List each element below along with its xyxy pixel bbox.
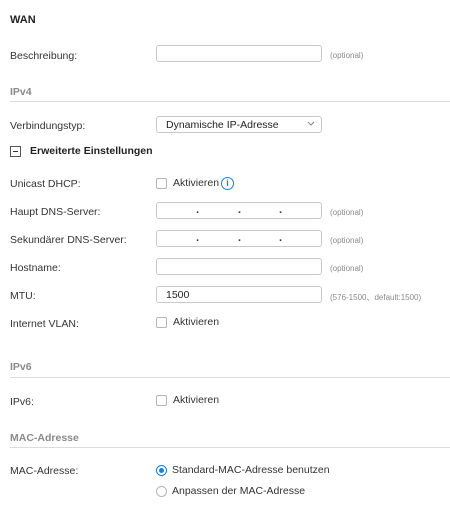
- connection-type-label: Verbindungstyp:: [10, 120, 86, 132]
- mac-address-label: MAC-Adresse:: [10, 465, 79, 477]
- info-icon[interactable]: i: [221, 177, 234, 190]
- primary-dns-label: Haupt DNS-Server:: [10, 206, 101, 218]
- radio-default-mac-label[interactable]: Standard-MAC-Adresse benutzen: [172, 464, 330, 476]
- mtu-label: MTU:: [10, 290, 36, 302]
- divider: [10, 447, 450, 448]
- secondary-dns-label: Sekundärer DNS-Server:: [10, 234, 127, 246]
- mtu-hint: (576-1500、default:1500): [330, 293, 422, 302]
- ip-separator: .: [238, 232, 242, 244]
- ipv6-label: IPv6:: [10, 396, 34, 408]
- connection-type-select[interactable]: Dynamische IP-Adresse: [156, 116, 322, 133]
- internet-vlan-label: Internet VLAN:: [10, 318, 79, 330]
- secondary-dns-hint: (optional): [330, 236, 364, 245]
- internet-vlan-checkbox[interactable]: [156, 317, 167, 328]
- primary-dns-input[interactable]: . . .: [156, 202, 322, 219]
- ip-separator: .: [196, 204, 200, 216]
- chevron-down-icon: [307, 121, 315, 126]
- radio-custom-mac[interactable]: [156, 486, 167, 497]
- hostname-input[interactable]: [156, 258, 322, 275]
- ipv6-checkbox[interactable]: [156, 395, 167, 406]
- advanced-settings-toggle[interactable]: Erweiterte Einstellungen: [30, 145, 153, 157]
- hostname-label: Hostname:: [10, 262, 61, 274]
- description-label: Beschreibung:: [10, 50, 78, 62]
- page-title: WAN: [10, 14, 36, 26]
- mtu-input[interactable]: 1500: [156, 286, 322, 303]
- divider: [10, 377, 450, 378]
- unicast-dhcp-checkbox[interactable]: [156, 178, 167, 189]
- internet-vlan-checkbox-label[interactable]: Aktivieren: [173, 316, 219, 328]
- section-ipv6: IPv6: [10, 361, 32, 373]
- collapse-icon[interactable]: [10, 146, 21, 157]
- ip-separator: .: [279, 204, 283, 216]
- radio-default-mac[interactable]: [156, 465, 167, 476]
- mtu-value: 1500: [166, 289, 190, 301]
- section-mac: MAC-Adresse: [10, 432, 79, 444]
- connection-type-value: Dynamische IP-Adresse: [166, 119, 279, 131]
- divider: [10, 101, 450, 102]
- unicast-dhcp-label: Unicast DHCP:: [10, 178, 81, 190]
- unicast-dhcp-checkbox-label[interactable]: Aktivieren: [173, 177, 219, 189]
- radio-custom-mac-label[interactable]: Anpassen der MAC-Adresse: [172, 485, 305, 497]
- ip-separator: .: [279, 232, 283, 244]
- description-input[interactable]: [156, 45, 322, 62]
- section-ipv4: IPv4: [10, 86, 32, 98]
- ipv6-checkbox-label[interactable]: Aktivieren: [173, 394, 219, 406]
- description-hint: (optional): [330, 51, 364, 60]
- hostname-hint: (optional): [330, 264, 364, 273]
- primary-dns-hint: (optional): [330, 208, 364, 217]
- ip-separator: .: [238, 204, 242, 216]
- ip-separator: .: [196, 232, 200, 244]
- secondary-dns-input[interactable]: . . .: [156, 230, 322, 247]
